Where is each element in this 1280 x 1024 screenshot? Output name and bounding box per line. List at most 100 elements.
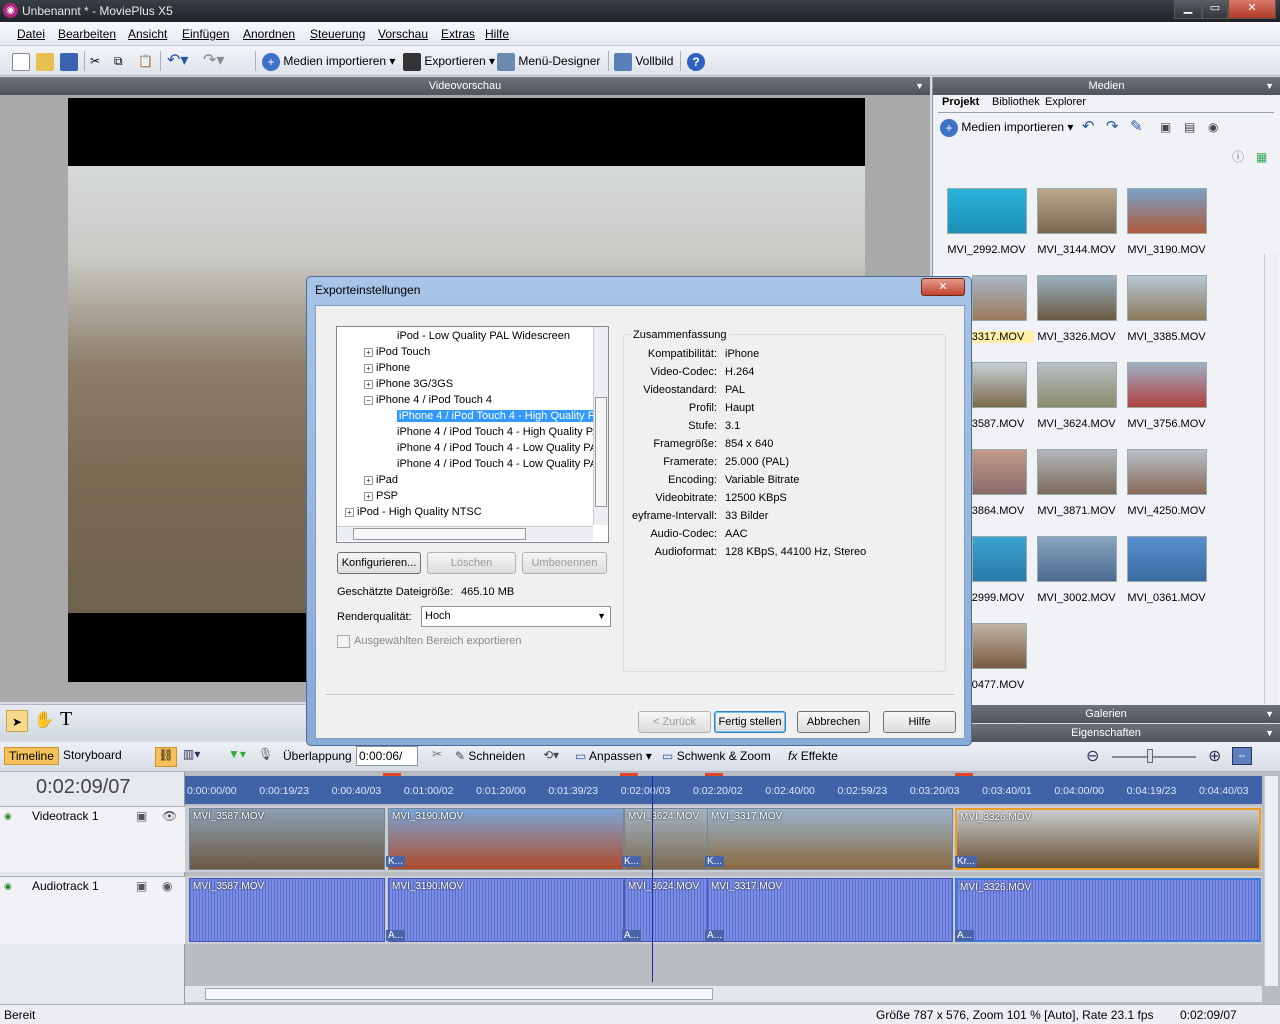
- media-thumbnail[interactable]: [1127, 536, 1207, 582]
- hand-icon[interactable]: ✋: [34, 710, 54, 730]
- transition-marker[interactable]: K...: [386, 856, 406, 867]
- menu-datei[interactable]: Datei: [17, 27, 45, 41]
- menu-designer-button[interactable]: Menü-Designer: [497, 50, 600, 72]
- cut-icon[interactable]: ✂: [90, 50, 100, 72]
- help-button[interactable]: Hilfe: [883, 711, 956, 733]
- eye-icon[interactable]: 👁: [162, 809, 177, 823]
- pointer-icon[interactable]: ➤: [6, 710, 28, 732]
- galleries-header[interactable]: Galerien ▼: [932, 705, 1280, 723]
- expand-icon[interactable]: +: [364, 363, 373, 373]
- tree-item[interactable]: iPhone 4 / iPod Touch 4 - Low Quality PA: [397, 440, 597, 456]
- media-import-button[interactable]: + Medien importieren ▾: [940, 116, 1073, 138]
- undo-icon[interactable]: ↶▾: [167, 50, 188, 72]
- effects-button[interactable]: fx Effekte: [788, 749, 838, 763]
- expand-icon[interactable]: +: [364, 379, 373, 389]
- media-thumbnail[interactable]: [1127, 275, 1207, 321]
- zoom-slider-thumb[interactable]: [1147, 749, 1153, 763]
- open-icon[interactable]: [36, 50, 54, 72]
- marker[interactable]: [383, 773, 401, 776]
- track-menu-icon[interactable]: ▣: [136, 809, 147, 823]
- hscroll-thumb[interactable]: [205, 988, 713, 1000]
- tree-vscroll-thumb[interactable]: [595, 397, 607, 507]
- video-filter-icon[interactable]: ▣: [1160, 116, 1171, 138]
- export-button[interactable]: Exportieren ▾: [403, 50, 495, 72]
- video-track-header[interactable]: ◉ Videotrack 1 ▣ 👁: [0, 806, 185, 872]
- rotate-icon[interactable]: ⟲▾: [543, 748, 559, 762]
- zoom-out-icon[interactable]: ⊖: [1086, 746, 1099, 766]
- menu-extras[interactable]: Extras: [441, 27, 475, 41]
- cancel-button[interactable]: Abbrechen: [797, 711, 870, 733]
- media-scrollbar[interactable]: [1264, 254, 1278, 704]
- audio-clip[interactable]: MVI_3190.MOV: [388, 878, 624, 942]
- fit-timeline-icon[interactable]: ⇔: [1232, 747, 1252, 765]
- delete-button[interactable]: Löschen: [427, 552, 516, 574]
- audio-filter-icon[interactable]: ◉: [1208, 116, 1218, 138]
- playhead[interactable]: [652, 776, 653, 982]
- back-button[interactable]: < Zurück: [638, 711, 711, 733]
- link-icon[interactable]: ⛓: [155, 747, 177, 767]
- minimize-button[interactable]: ▁: [1174, 0, 1202, 19]
- collapse-icon[interactable]: −: [364, 395, 373, 405]
- edit-icon[interactable]: ✎: [1130, 116, 1143, 138]
- menu-anordnen[interactable]: Anordnen: [243, 27, 295, 41]
- expand-icon[interactable]: +: [364, 347, 373, 357]
- help-icon[interactable]: ?: [687, 50, 705, 72]
- menu-einfuegen[interactable]: Einfügen: [182, 27, 229, 41]
- media-thumbnail[interactable]: [1127, 449, 1207, 495]
- video-clip[interactable]: MVI_3317.MOV: [707, 808, 953, 870]
- transition-marker[interactable]: A...: [622, 930, 642, 941]
- maximize-button[interactable]: ▭: [1202, 0, 1228, 19]
- menu-vorschau[interactable]: Vorschau: [378, 27, 428, 41]
- transition-marker[interactable]: A...: [955, 930, 975, 941]
- snap-icon[interactable]: ▥▾: [183, 747, 200, 761]
- transition-marker[interactable]: A...: [705, 930, 725, 941]
- menu-ansicht[interactable]: Ansicht: [128, 27, 167, 41]
- chevron-down-icon[interactable]: ▼: [915, 77, 924, 95]
- expand-icon[interactable]: +: [345, 507, 354, 517]
- scissors-icon[interactable]: ✂: [432, 747, 442, 761]
- tab-projekt[interactable]: Projekt: [942, 96, 979, 108]
- media-thumbnail[interactable]: [1127, 362, 1207, 408]
- quality-select[interactable]: Hoch ▼: [421, 606, 611, 627]
- tree-item[interactable]: iPhone 4 / iPod Touch 4 - Low Quality PA: [397, 456, 597, 472]
- paste-icon[interactable]: 📋: [138, 50, 153, 72]
- dialog-close-button[interactable]: ✕: [921, 278, 965, 296]
- marker[interactable]: [955, 773, 973, 776]
- overlap-input[interactable]: 0:00:06/: [356, 746, 418, 766]
- expand-icon[interactable]: +: [364, 475, 373, 485]
- video-track-lane[interactable]: MVI_3587.MOV MVI_3190.MOV MVI_3624.MOV MVI_…: [185, 806, 1262, 872]
- timeline-ruler[interactable]: 0:00:00/00 0:00:19/23 0:00:40/03 0:01:00/02…: [185, 773, 1262, 804]
- tree-item[interactable]: iPhone 4 / iPod Touch 4 - High Quality P…: [397, 408, 599, 424]
- marker[interactable]: [620, 773, 638, 776]
- panzoom-button[interactable]: ▭ Schwenk & Zoom: [662, 749, 771, 763]
- video-clip[interactable]: MVI_3587.MOV: [189, 808, 385, 870]
- media-thumbnail[interactable]: [1037, 536, 1117, 582]
- tree-item[interactable]: + iPhone: [364, 360, 410, 376]
- media-thumbnail[interactable]: [1037, 449, 1117, 495]
- media-thumbnail[interactable]: [972, 536, 1027, 582]
- marker-icon[interactable]: ▼▾: [228, 747, 246, 761]
- menu-steuerung[interactable]: Steuerung: [310, 27, 365, 41]
- track-enable-icon[interactable]: ◉: [4, 881, 12, 892]
- export-selection-checkbox[interactable]: [337, 635, 350, 648]
- rotate-left-icon[interactable]: ↶: [1082, 116, 1095, 138]
- media-thumbnail[interactable]: [972, 449, 1027, 495]
- export-preset-tree[interactable]: iPod - Low Quality PAL Widescreen + iPod T…: [336, 326, 609, 543]
- audio-track-lane[interactable]: MVI_3587.MOV MVI_3190.MOV MVI_3624.MOV MVI_…: [185, 876, 1262, 944]
- rename-button[interactable]: Umbenennen: [522, 552, 607, 574]
- chevron-down-icon[interactable]: ▼: [1265, 77, 1274, 95]
- track-menu-icon[interactable]: ▣: [136, 879, 147, 893]
- tree-vscrollbar[interactable]: [593, 327, 608, 525]
- info-icon[interactable]: ⓘ: [1232, 146, 1244, 168]
- image-filter-icon[interactable]: ▤: [1184, 116, 1195, 138]
- media-thumbnail[interactable]: [947, 188, 1027, 234]
- import-media-button[interactable]: + Medien importieren ▾: [262, 50, 395, 72]
- tree-hscrollbar[interactable]: [337, 526, 593, 541]
- media-thumbnail[interactable]: [972, 623, 1027, 669]
- transition-marker[interactable]: K...: [705, 856, 725, 867]
- cut-button[interactable]: ✎ Schneiden: [455, 749, 525, 763]
- media-thumbnail[interactable]: [1037, 362, 1117, 408]
- tab-timeline[interactable]: Timeline: [4, 747, 59, 765]
- timeline-hscrollbar[interactable]: [185, 986, 1262, 1002]
- tab-storyboard[interactable]: Storyboard: [63, 748, 122, 762]
